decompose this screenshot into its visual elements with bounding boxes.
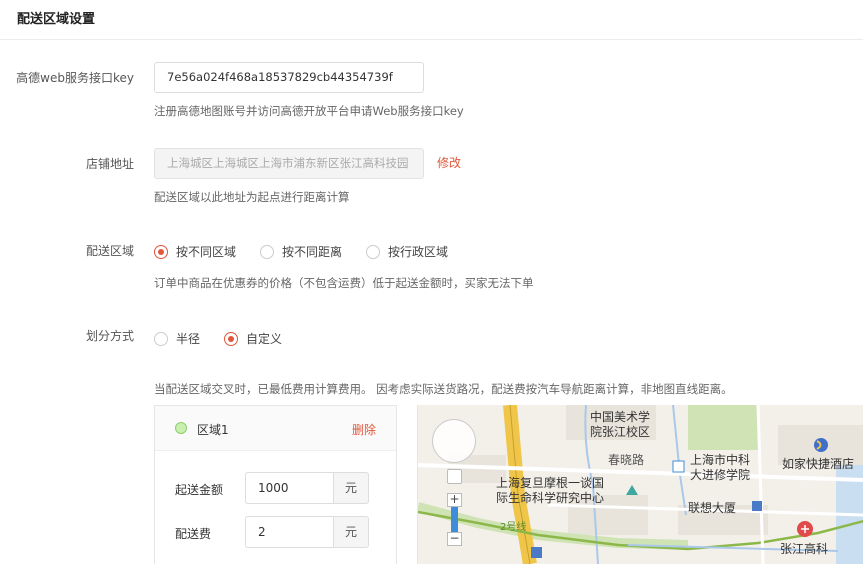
zone-name: 区域1 — [197, 423, 229, 437]
radio-custom[interactable]: 自定义 — [224, 330, 282, 347]
delivery-fee-input[interactable]: 2 — [245, 516, 333, 548]
division-mode-label: 划分方式 — [85, 329, 134, 343]
store-address-label: 店铺地址 — [85, 157, 134, 171]
api-key-input[interactable]: 7e56a024f468a18537829cb44354739f — [154, 62, 424, 93]
radio-by-region[interactable]: 按不同区域 — [154, 243, 236, 260]
delivery-map[interactable]: 中国美术学 院张江校区 春晓路 上海市中科 大进修学院 如家快捷酒店 上海复旦摩… — [417, 405, 863, 564]
division-mode-hint: 当配送区域交叉时，已最低费用计算费用。 因考虑实际送货路况，配送费按汽车导航距离… — [154, 382, 733, 396]
map-label-lenovo: 联想大厦 — [688, 501, 737, 515]
radio-circle — [154, 331, 168, 346]
currency-unit: 元 — [333, 472, 369, 504]
zoom-in-button[interactable]: + — [447, 493, 462, 507]
delivery-fee-label: 配送费 — [175, 527, 212, 541]
radio-circle — [366, 244, 381, 259]
store-address-hint: 配送区域以此地址为起点进行距离计算 — [154, 190, 350, 204]
min-amount-field: 1000 元 — [245, 472, 369, 504]
map-locate-icon[interactable] — [447, 469, 462, 484]
currency-unit: 元 — [333, 516, 369, 548]
map-label-road: 春晓路 — [608, 453, 645, 467]
radio-by-admin-region[interactable]: 按行政区域 — [366, 243, 448, 260]
map-label-research-institute: 上海市中科 大进修学院 — [690, 453, 751, 482]
map-label-station: 张江高科 — [780, 542, 829, 556]
radio-circle — [154, 244, 168, 259]
map-label-fudan: 上海复旦摩根一谈国 际生命科学研究中心 — [496, 476, 605, 505]
delivery-fee-field: 2 元 — [245, 516, 369, 548]
zone-color-dot — [175, 422, 187, 434]
api-key-label: 高德web服务接口key — [16, 71, 134, 85]
radio-circle — [260, 244, 275, 259]
edit-address-link[interactable]: 修改 — [437, 154, 461, 171]
delivery-area-radio-group: 按不同区域 按不同距离 按行政区域 — [154, 243, 472, 260]
map-label-hotel: 如家快捷酒店 — [782, 457, 855, 471]
radio-label: 半径 — [176, 332, 201, 346]
min-amount-input[interactable]: 1000 — [245, 472, 333, 504]
map-label-academy: 中国美术学 院张江校区 — [590, 410, 651, 439]
min-amount-label: 起送金额 — [175, 483, 224, 497]
radio-label: 按不同距离 — [282, 245, 343, 259]
zone-panel: 区域1 删除 起送金额 1000 元 配送费 2 元 — [154, 405, 397, 564]
store-address-input: 上海城区上海城区上海市浦东新区张江高科技园 — [154, 148, 424, 179]
map-pan-control[interactable] — [432, 419, 476, 463]
delivery-area-label: 配送区域 — [85, 244, 134, 258]
radio-label: 按不同区域 — [176, 245, 237, 259]
radio-label: 按行政区域 — [388, 245, 449, 259]
api-key-hint: 注册高德地图账号并访问高德开放平台申请Web服务接口key — [154, 104, 464, 118]
delivery-area-hint: 订单中商品在优惠券的价格（不包含运费）低于起送金额时，买家无法下单 — [154, 276, 534, 290]
page-title: 配送区域设置 — [17, 12, 96, 27]
zoom-out-button[interactable]: − — [447, 532, 462, 546]
radio-radius[interactable]: 半径 — [154, 330, 200, 347]
zone-header: 区域1 删除 — [155, 406, 396, 451]
delete-zone-button[interactable]: 删除 — [352, 421, 376, 438]
map-label-metro-line: 2号线 — [500, 522, 527, 533]
radio-label: 自定义 — [246, 332, 283, 346]
radio-circle — [224, 331, 239, 346]
zoom-slider[interactable] — [451, 507, 458, 533]
radio-by-distance[interactable]: 按不同距离 — [260, 243, 342, 260]
page-header: 配送区域设置 — [0, 0, 863, 40]
division-mode-radio-group: 半径 自定义 — [154, 330, 306, 347]
